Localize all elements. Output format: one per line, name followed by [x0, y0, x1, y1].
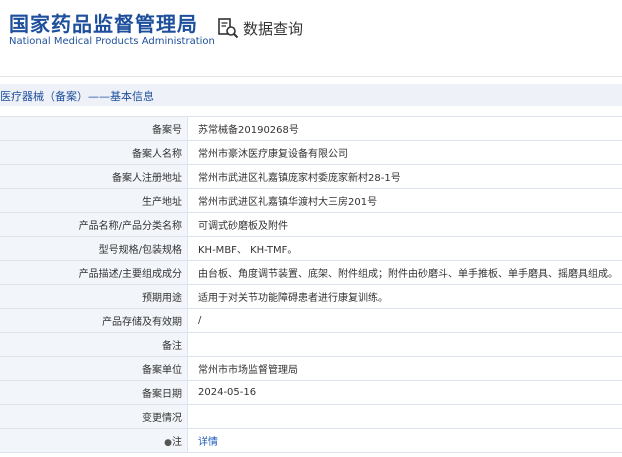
row-label: 备案人名称 — [0, 140, 188, 165]
row-label: 备注 — [0, 332, 188, 357]
breadcrumb-text: 医疗器械（备案）——基本信息 — [0, 90, 154, 103]
note-value-cell: 详情 — [187, 428, 622, 453]
row-label: 产品描述/主要组成成分 — [0, 260, 188, 285]
note-label-cell: ●注 — [0, 428, 188, 453]
row-value — [187, 332, 622, 357]
row-label: 备案号 — [0, 116, 188, 141]
details-link[interactable]: 详情 — [198, 437, 218, 448]
row-value: 由台板、角度调节装置、底架、附件组成；附件由砂磨斗、单手推板、单手磨具、摇磨具组… — [187, 260, 622, 285]
table-row: 备案单位 常州市市场监督管理局 — [0, 356, 622, 381]
row-value: KH-MBF、 KH-TMF。 — [187, 236, 622, 261]
table-row: 预期用途 适用于对关节功能障碍患者进行康复训练。 — [0, 284, 622, 309]
table-row: 生产地址 常州市武进区礼嘉镇华渡村大三房201号 — [0, 188, 622, 213]
row-label: 备案日期 — [0, 380, 188, 405]
row-value: 常州市武进区礼嘉镇庞家村委庞家新村28-1号 — [187, 164, 622, 189]
site-header: 国家药品监督管理局 National Medical Products Admi… — [0, 0, 622, 77]
row-label: 备案单位 — [0, 356, 188, 381]
row-label: 变更情况 — [0, 404, 188, 429]
table-row: 备案日期 2024-05-16 — [0, 380, 622, 405]
table-row-note: ●注 详情 — [0, 428, 622, 453]
row-label: 产品存储及有效期 — [0, 308, 188, 333]
row-value: / — [187, 308, 622, 333]
row-value — [187, 404, 622, 429]
row-value: 常州市豪沐医疗康复设备有限公司 — [187, 140, 622, 165]
info-table: 备案号 苏常械备20190268号 备案人名称 常州市豪沐医疗康复设备有限公司 … — [0, 116, 622, 453]
row-label: 型号规格/包装规格 — [0, 236, 188, 261]
table-row: 产品存储及有效期 / — [0, 308, 622, 333]
row-value: 常州市武进区礼嘉镇华渡村大三房201号 — [187, 188, 622, 213]
table-row: 产品名称/产品分类名称 可调式砂磨板及附件 — [0, 212, 622, 237]
table-row: 备注 — [0, 332, 622, 357]
breadcrumb: 医疗器械（备案）——基本信息 — [0, 84, 622, 106]
row-value: 可调式砂磨板及附件 — [187, 212, 622, 237]
table-row: 产品描述/主要组成成分 由台板、角度调节装置、底架、附件组成；附件由砂磨斗、单手… — [0, 260, 622, 285]
row-value: 常州市市场监督管理局 — [187, 356, 622, 381]
logo-cn[interactable]: 国家药品监督管理局 — [9, 8, 198, 37]
row-value: 苏常械备20190268号 — [187, 116, 622, 141]
note-label: 注 — [172, 437, 182, 448]
row-label: 生产地址 — [0, 188, 188, 213]
table-row: 备案人名称 常州市豪沐医疗康复设备有限公司 — [0, 140, 622, 165]
table-row: 备案号 苏常械备20190268号 — [0, 116, 622, 141]
pin-icon: ● — [164, 438, 172, 448]
logo-en[interactable]: National Medical Products Administration — [9, 36, 215, 47]
query-title: 数据查询 — [217, 16, 303, 40]
row-value: 适用于对关节功能障碍患者进行康复训练。 — [187, 284, 622, 309]
row-label: 预期用途 — [0, 284, 188, 309]
row-label: 备案人注册地址 — [0, 164, 188, 189]
table-row: 备案人注册地址 常州市武进区礼嘉镇庞家村委庞家新村28-1号 — [0, 164, 622, 189]
row-value: 2024-05-16 — [187, 380, 622, 405]
table-row: 变更情况 — [0, 404, 622, 429]
query-title-text: 数据查询 — [243, 19, 304, 38]
table-row: 型号规格/包装规格 KH-MBF、 KH-TMF。 — [0, 236, 622, 261]
row-label: 产品名称/产品分类名称 — [0, 212, 188, 237]
document-search-icon — [218, 18, 239, 39]
